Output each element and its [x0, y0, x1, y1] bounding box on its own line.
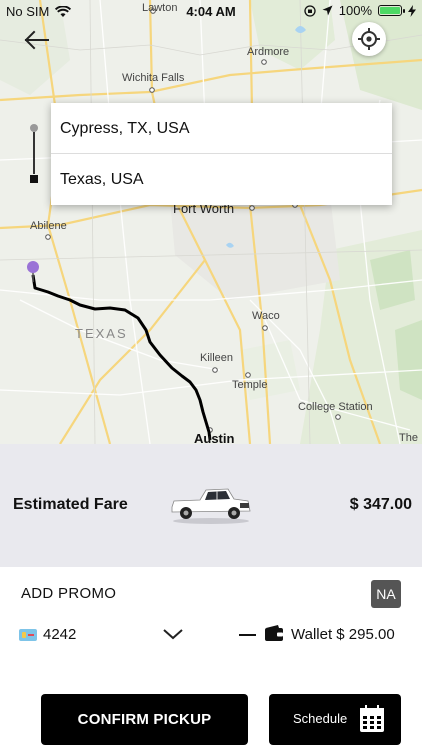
map-label-college-station: College Station	[298, 401, 373, 413]
card-number[interactable]: 4242	[43, 626, 76, 643]
status-bar: No SIM 4:04 AM 100%	[0, 0, 422, 22]
map-label-the: The	[399, 432, 418, 444]
map-label-wichita-falls: Wichita Falls	[122, 72, 185, 84]
confirm-pickup-button[interactable]: CONFIRM PICKUP	[41, 694, 248, 745]
pickup-dot-icon	[30, 124, 38, 132]
route-card: Cypress, TX, USA Texas, USA	[51, 103, 392, 205]
truck-icon	[171, 488, 251, 524]
battery-fill	[380, 7, 400, 14]
wallet-toggle-dash[interactable]	[239, 634, 256, 636]
schedule-button[interactable]: Schedule	[269, 694, 401, 745]
map-label-temple: Temple	[232, 379, 268, 391]
battery-icon	[378, 5, 405, 16]
estimated-fare-label: Estimated Fare	[13, 496, 128, 513]
fare-amount: $ 347.00	[349, 496, 412, 513]
schedule-label: Schedule	[293, 711, 348, 726]
chevron-down-icon[interactable]	[162, 626, 184, 642]
battery-percent: 100%	[338, 3, 372, 18]
location-arrow-icon	[322, 5, 333, 16]
route-connector	[33, 132, 35, 174]
map-label-waco: Waco	[252, 310, 280, 322]
wallet-icon	[265, 625, 283, 641]
pin-icon	[27, 261, 39, 282]
map-label-killeen: Killeen	[200, 352, 234, 364]
calendar-icon	[360, 705, 384, 732]
map-label-texas: TEXAS	[75, 326, 128, 341]
pickup-field[interactable]: Cypress, TX, USA	[51, 103, 392, 154]
charging-icon	[408, 4, 416, 17]
map-label-ardmore: Ardmore	[247, 46, 290, 58]
promo-badge[interactable]: NA	[371, 580, 401, 608]
card-icon	[19, 629, 37, 641]
fare-panel: Estimated Fare $ 347.00	[0, 444, 422, 567]
add-promo-button[interactable]: ADD PROMO	[21, 585, 116, 602]
orientation-lock-icon	[304, 4, 316, 17]
wallet-balance[interactable]: Wallet $ 295.00	[291, 626, 395, 643]
map-label-austin: Austin	[194, 431, 235, 444]
destination-square-icon	[30, 175, 38, 183]
crosshair-icon	[358, 28, 380, 50]
destination-field[interactable]: Texas, USA	[51, 154, 392, 205]
back-arrow-icon[interactable]	[22, 28, 50, 52]
map-label-abilene: Abilene	[30, 220, 67, 232]
status-right: 100%	[304, 3, 416, 18]
map-view[interactable]: Lawton Ardmore Wichita Falls Fort Worth …	[0, 0, 422, 444]
my-location-button[interactable]	[352, 22, 386, 56]
